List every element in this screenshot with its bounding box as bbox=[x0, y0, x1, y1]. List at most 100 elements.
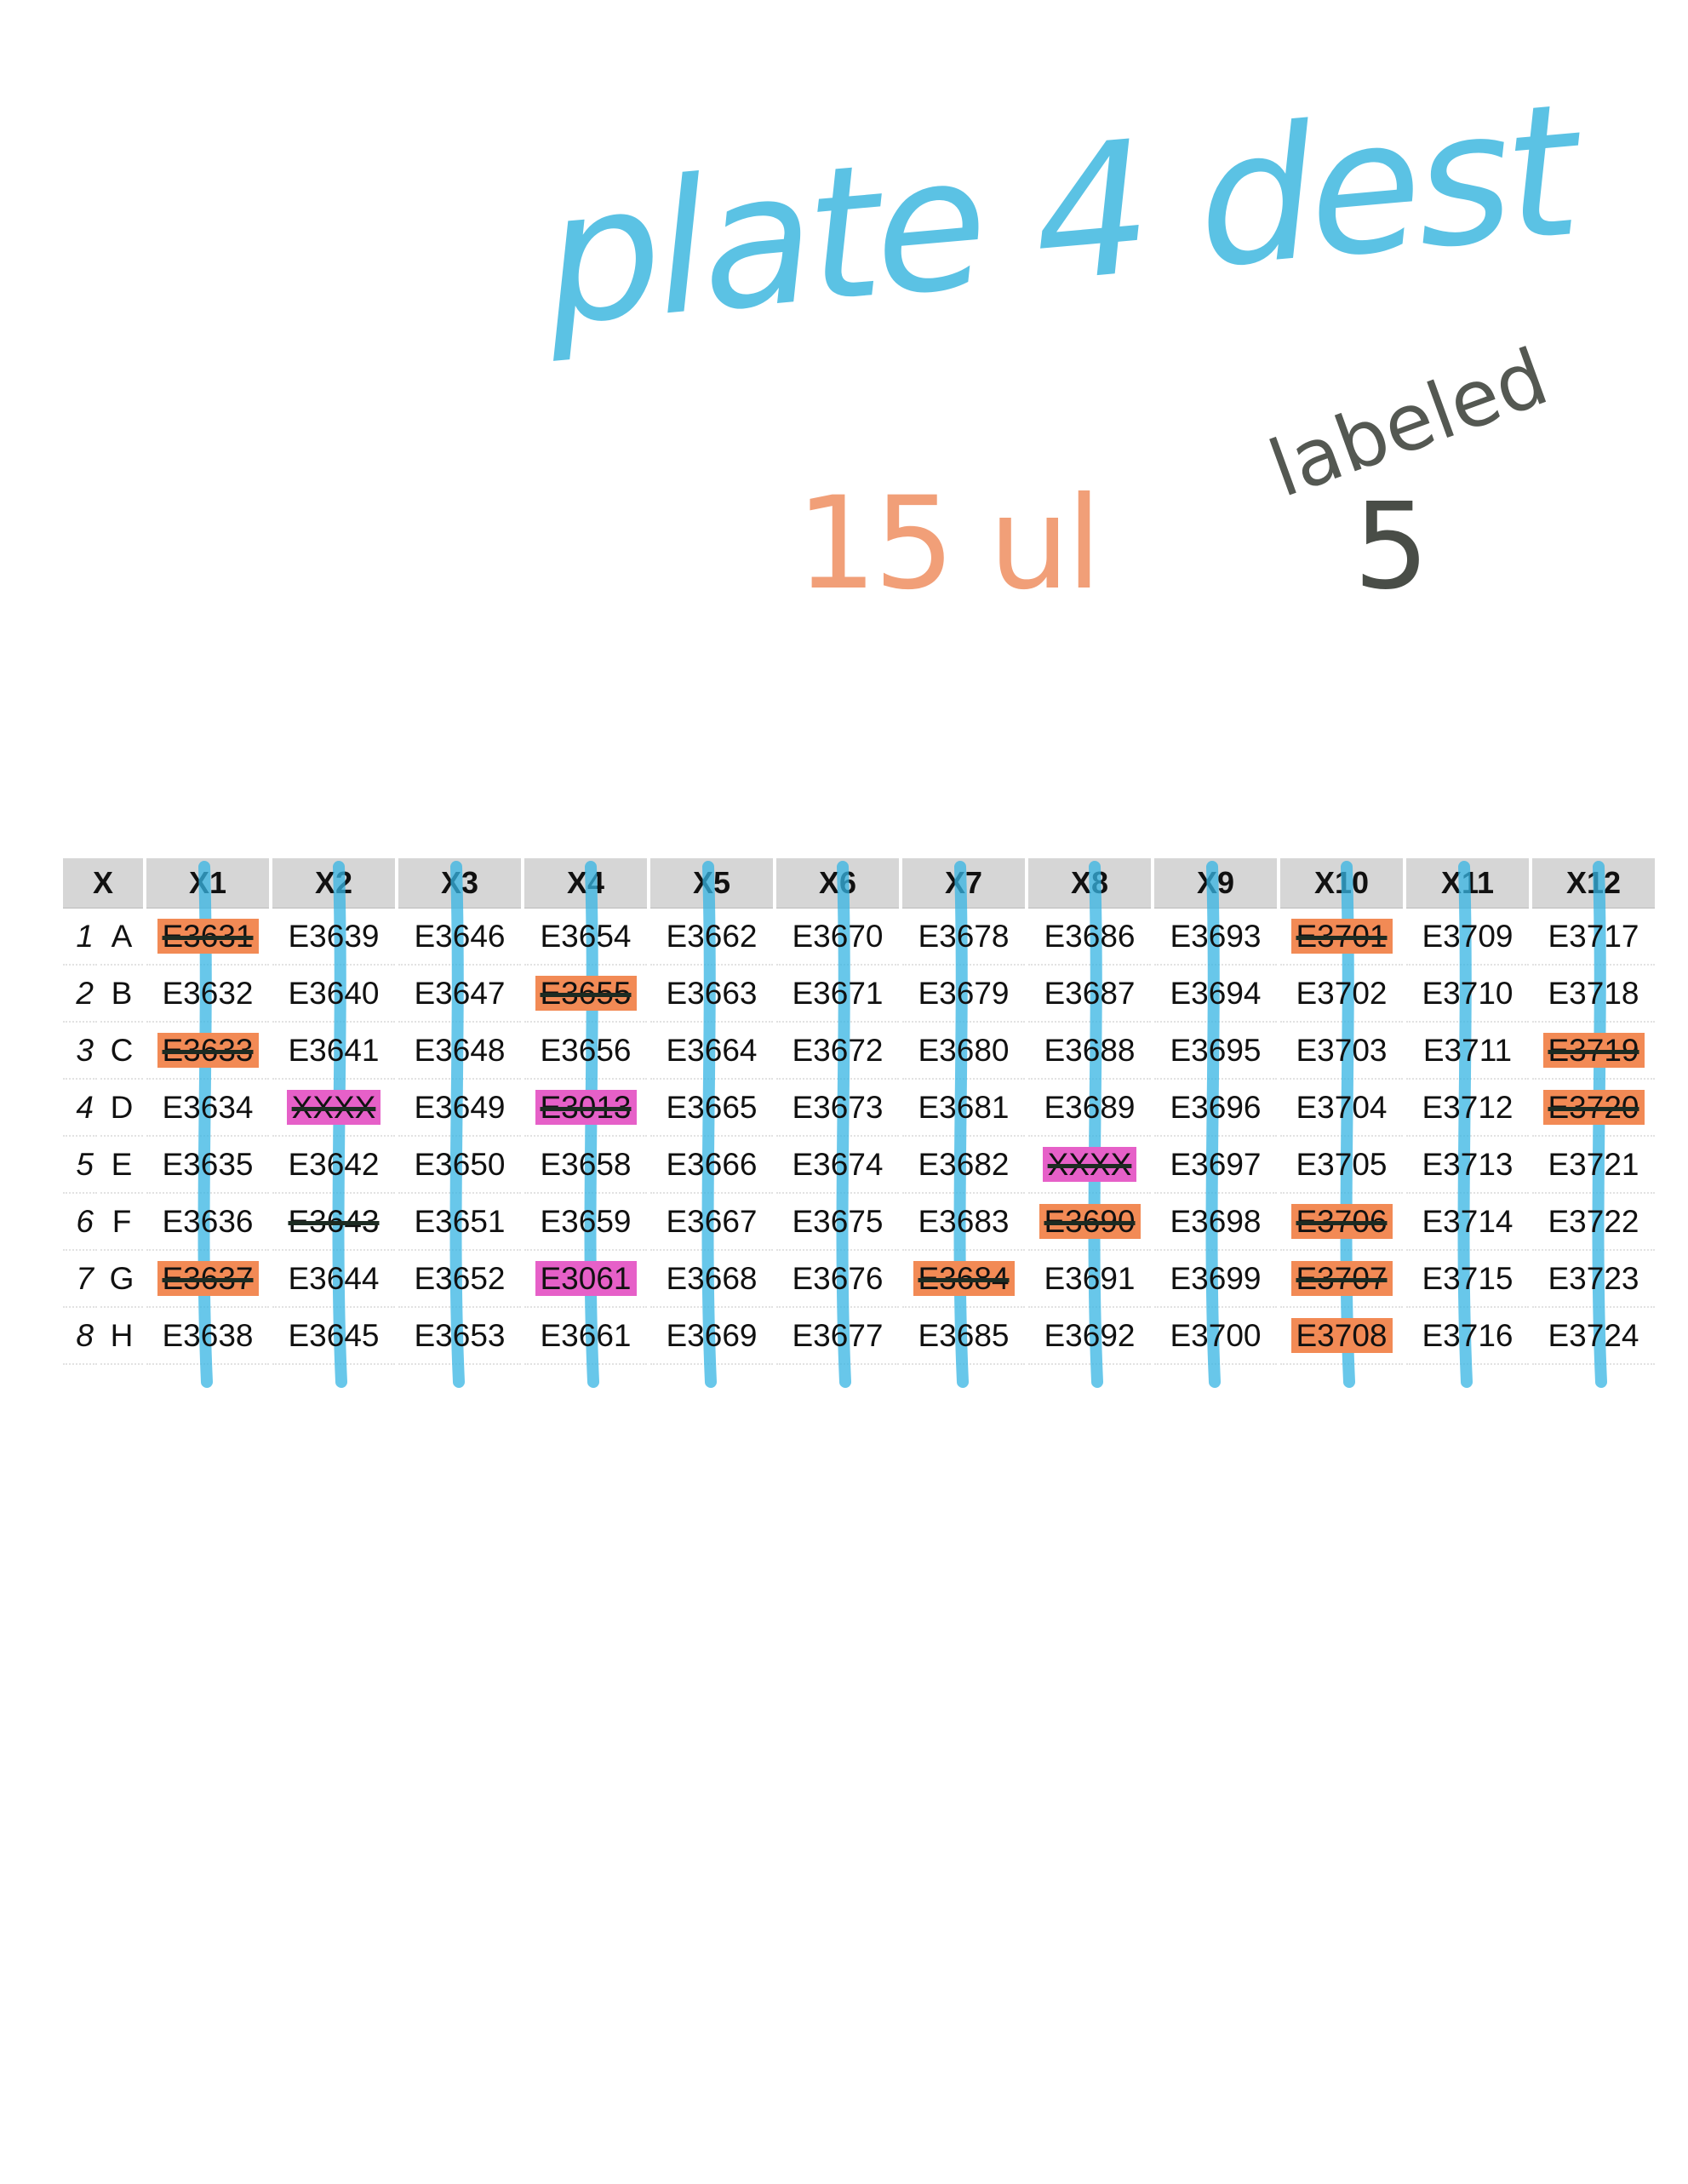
row-letter: E bbox=[100, 1137, 143, 1194]
well-id: E3693 bbox=[1170, 918, 1262, 954]
row-number: 2 bbox=[63, 966, 97, 1023]
well-cell: E3724 bbox=[1532, 1308, 1655, 1365]
well-id: E3647 bbox=[414, 975, 506, 1011]
well-id: E3652 bbox=[414, 1260, 506, 1296]
well-cell: E3669 bbox=[650, 1308, 773, 1365]
well-cell: E3683 bbox=[902, 1194, 1025, 1251]
well-id: E3676 bbox=[792, 1260, 884, 1296]
well-cell: E3662 bbox=[650, 909, 773, 966]
well-id: E3703 bbox=[1296, 1032, 1388, 1068]
table-row: 5 E E3635 E3642 E3650 E3658 E3666 E3674 E3682 XXX… bbox=[63, 1137, 1655, 1194]
well-cell: E3721 bbox=[1532, 1137, 1655, 1194]
row-number: 1 bbox=[63, 909, 97, 966]
well-id: E3653 bbox=[414, 1317, 506, 1353]
row-number: 5 bbox=[63, 1137, 97, 1194]
well-id: E3704 bbox=[1296, 1089, 1388, 1125]
well-id: E3061 bbox=[535, 1260, 637, 1296]
well-id: E3700 bbox=[1170, 1317, 1262, 1353]
column-header-x10: X10 bbox=[1280, 858, 1403, 909]
well-cell: E3688 bbox=[1028, 1023, 1151, 1080]
well-id: E3670 bbox=[792, 918, 884, 954]
well-id: E3719 bbox=[1542, 1032, 1645, 1068]
well-id: XXXX bbox=[286, 1089, 381, 1125]
well-cell: E3718 bbox=[1532, 966, 1655, 1023]
well-cell: E3671 bbox=[776, 966, 899, 1023]
well-id: E3697 bbox=[1170, 1146, 1262, 1182]
well-cell: E3646 bbox=[398, 909, 521, 966]
well-id: E3668 bbox=[666, 1260, 758, 1296]
title-annotation: plate 4 dest bbox=[535, 62, 1592, 366]
well-id: E3658 bbox=[540, 1146, 632, 1182]
column-header-x7: X7 bbox=[902, 858, 1025, 909]
well-id: E3650 bbox=[414, 1146, 506, 1182]
well-id: E3708 bbox=[1290, 1317, 1393, 1353]
well-cell: E3635 bbox=[146, 1137, 269, 1194]
well-cell: E3649 bbox=[398, 1080, 521, 1137]
well-id: E3687 bbox=[1044, 975, 1136, 1011]
well-cell: E3655 bbox=[524, 966, 647, 1023]
well-cell: E3719 bbox=[1532, 1023, 1655, 1080]
well-id: E3718 bbox=[1548, 975, 1639, 1011]
well-id: E3013 bbox=[535, 1089, 637, 1125]
well-cell: E3695 bbox=[1154, 1023, 1277, 1080]
row-letter: H bbox=[100, 1308, 143, 1365]
well-id: XXXX bbox=[1042, 1146, 1137, 1182]
well-cell: E3715 bbox=[1406, 1251, 1529, 1308]
well-id: E3674 bbox=[792, 1146, 884, 1182]
well-cell: E3639 bbox=[272, 909, 395, 966]
well-cell: E3675 bbox=[776, 1194, 899, 1251]
well-cell: XXXX bbox=[1028, 1137, 1151, 1194]
well-cell: E3689 bbox=[1028, 1080, 1151, 1137]
well-id: E3642 bbox=[288, 1146, 380, 1182]
well-id: E3649 bbox=[414, 1089, 506, 1125]
column-header-x6: X6 bbox=[776, 858, 899, 909]
well-id: E3715 bbox=[1422, 1260, 1513, 1296]
well-id: E3706 bbox=[1290, 1203, 1393, 1239]
well-cell: E3681 bbox=[902, 1080, 1025, 1137]
well-cell: E3652 bbox=[398, 1251, 521, 1308]
plate-map-table: X X1 X2 X3 X4 X5 X6 X7 X8 X9 X10 X11 X12 1 A E3631 E36… bbox=[60, 858, 1658, 1365]
well-cell: E3648 bbox=[398, 1023, 521, 1080]
well-cell: E3692 bbox=[1028, 1308, 1151, 1365]
well-id: E3721 bbox=[1548, 1146, 1639, 1182]
column-header-x4: X4 bbox=[524, 858, 647, 909]
row-letter: B bbox=[100, 966, 143, 1023]
well-cell: E3659 bbox=[524, 1194, 647, 1251]
well-id: E3661 bbox=[540, 1317, 632, 1353]
well-id: E3659 bbox=[540, 1203, 632, 1239]
well-cell: E3706 bbox=[1280, 1194, 1403, 1251]
well-cell: E3677 bbox=[776, 1308, 899, 1365]
table-row: 3 C E3633 E3641 E3648 E3656 E3664 E3672 E3680 E36… bbox=[63, 1023, 1655, 1080]
well-id: E3698 bbox=[1170, 1203, 1262, 1239]
well-cell: E3653 bbox=[398, 1308, 521, 1365]
well-id: E3672 bbox=[792, 1032, 884, 1068]
well-cell: E3687 bbox=[1028, 966, 1151, 1023]
well-cell: E3666 bbox=[650, 1137, 773, 1194]
well-id: E3665 bbox=[666, 1089, 758, 1125]
well-cell: E3633 bbox=[146, 1023, 269, 1080]
well-id: E3722 bbox=[1548, 1203, 1639, 1239]
well-cell: E3658 bbox=[524, 1137, 647, 1194]
column-header-x11: X11 bbox=[1406, 858, 1529, 909]
well-id: E3640 bbox=[288, 975, 380, 1011]
well-id: E3685 bbox=[918, 1317, 1010, 1353]
well-id: E3724 bbox=[1548, 1317, 1639, 1353]
well-cell: E3697 bbox=[1154, 1137, 1277, 1194]
well-id: E3720 bbox=[1542, 1089, 1645, 1125]
well-id: E3723 bbox=[1548, 1260, 1639, 1296]
well-cell: E3643 bbox=[272, 1194, 395, 1251]
well-cell: E3694 bbox=[1154, 966, 1277, 1023]
row-letter: F bbox=[100, 1194, 143, 1251]
column-header-x9: X9 bbox=[1154, 858, 1277, 909]
well-id: E3634 bbox=[162, 1089, 254, 1125]
well-id: E3669 bbox=[666, 1317, 758, 1353]
well-cell: E3061 bbox=[524, 1251, 647, 1308]
well-cell: E3667 bbox=[650, 1194, 773, 1251]
well-cell: E3698 bbox=[1154, 1194, 1277, 1251]
well-cell: E3716 bbox=[1406, 1308, 1529, 1365]
well-cell: E3644 bbox=[272, 1251, 395, 1308]
well-cell: E3679 bbox=[902, 966, 1025, 1023]
volume-annotation: 15 ul bbox=[796, 470, 1098, 618]
well-cell: E3651 bbox=[398, 1194, 521, 1251]
well-id: E3673 bbox=[792, 1089, 884, 1125]
